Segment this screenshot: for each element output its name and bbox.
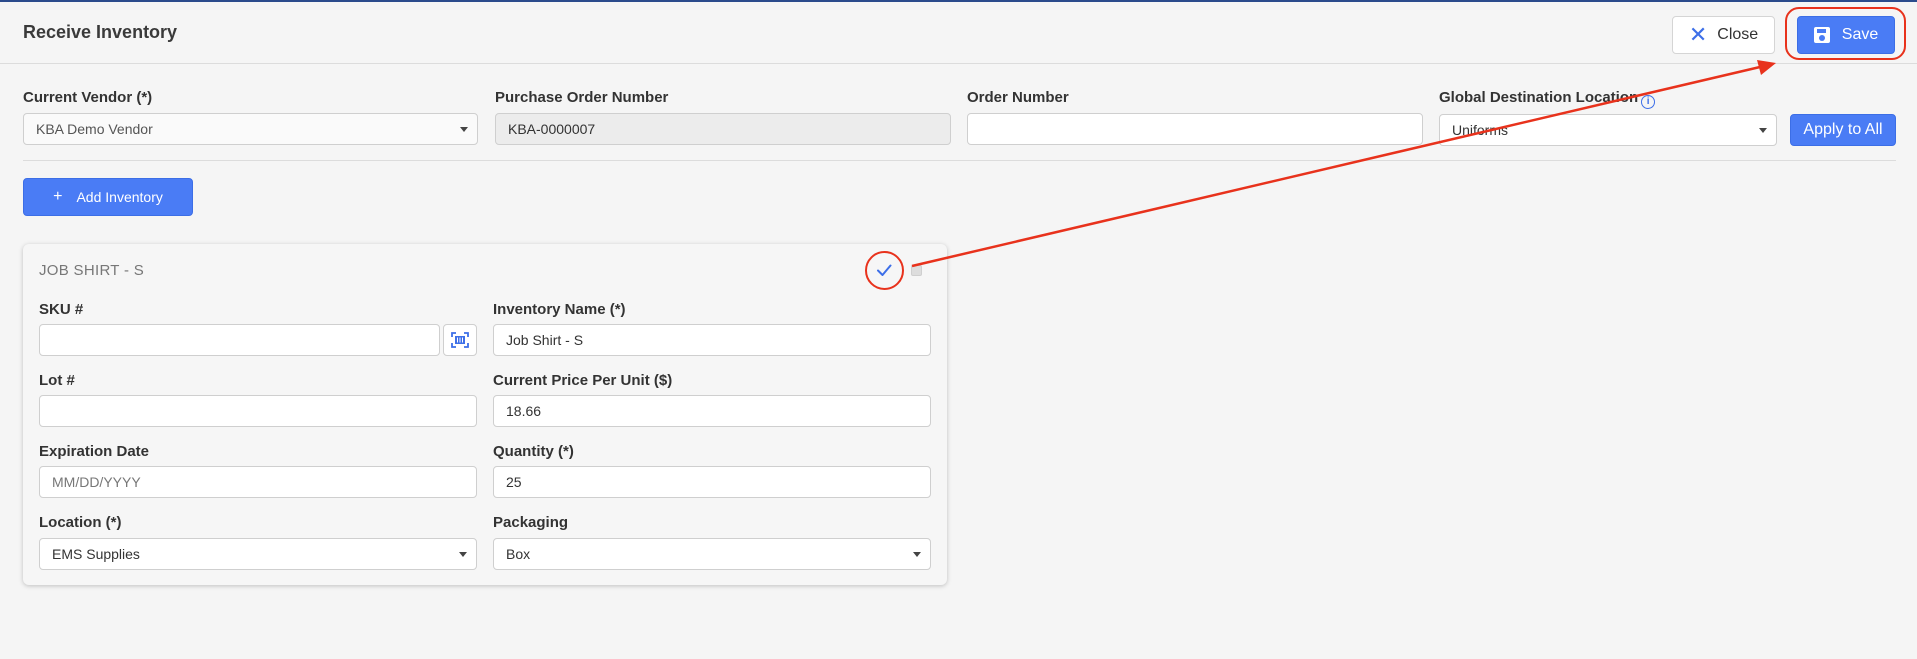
inventory-name-input[interactable]: Job Shirt - S bbox=[493, 324, 931, 356]
inventory-name-label: Inventory Name (*) bbox=[493, 301, 626, 318]
global-location-select[interactable]: Uniforms bbox=[1439, 114, 1777, 146]
card-title: JOB SHIRT - S bbox=[39, 262, 145, 279]
global-location-label: Global Destination Location i bbox=[1439, 89, 1656, 109]
expiration-date-input[interactable]: MM/DD/YYYY bbox=[39, 466, 477, 498]
divider bbox=[23, 160, 1896, 161]
po-number-value: KBA-0000007 bbox=[508, 121, 596, 137]
inventory-name-value: Job Shirt - S bbox=[506, 332, 584, 348]
vendor-value: KBA Demo Vendor bbox=[36, 121, 153, 137]
location-value: EMS Supplies bbox=[52, 546, 140, 562]
packaging-value: Box bbox=[506, 546, 531, 562]
close-label: Close bbox=[1717, 26, 1759, 43]
sku-label: SKU # bbox=[39, 301, 84, 318]
close-icon: ✕ bbox=[1688, 22, 1708, 47]
order-number-label: Order Number bbox=[967, 89, 1069, 106]
plus-icon: + bbox=[53, 188, 63, 205]
annotation-ring-save bbox=[1785, 7, 1906, 60]
inventory-card: JOB SHIRT - S SKU # Lot # Expiration Dat… bbox=[23, 244, 947, 585]
add-inventory-button[interactable]: + Add Inventory bbox=[23, 178, 193, 216]
po-number-field: KBA-0000007 bbox=[495, 113, 951, 145]
vendor-select[interactable]: KBA Demo Vendor bbox=[23, 113, 478, 145]
add-inventory-label: Add Inventory bbox=[76, 189, 163, 205]
packaging-label: Packaging bbox=[493, 514, 569, 531]
page-header: Receive Inventory ✕ Close Save bbox=[0, 2, 1917, 64]
lot-label: Lot # bbox=[39, 372, 75, 389]
price-label: Current Price Per Unit ($) bbox=[493, 372, 673, 389]
location-select[interactable]: EMS Supplies bbox=[39, 538, 477, 570]
price-value: 18.66 bbox=[506, 403, 542, 419]
card-checkbox[interactable] bbox=[911, 265, 922, 276]
quantity-value: 25 bbox=[506, 474, 522, 490]
page-title: Receive Inventory bbox=[23, 22, 178, 42]
packaging-select[interactable]: Box bbox=[493, 538, 931, 570]
quantity-label: Quantity (*) bbox=[493, 443, 574, 460]
barcode-scan-icon bbox=[451, 332, 469, 348]
annotation-ring-check bbox=[865, 251, 904, 290]
vendor-label: Current Vendor (*) bbox=[23, 89, 153, 106]
expiration-placeholder: MM/DD/YYYY bbox=[52, 474, 141, 490]
barcode-scan-button[interactable] bbox=[443, 324, 477, 356]
price-input[interactable]: 18.66 bbox=[493, 395, 931, 427]
close-button[interactable]: ✕ Close bbox=[1672, 16, 1775, 54]
po-number-label: Purchase Order Number bbox=[495, 89, 669, 106]
global-location-value: Uniforms bbox=[1452, 122, 1509, 138]
quantity-input[interactable]: 25 bbox=[493, 466, 931, 498]
lot-input[interactable] bbox=[39, 395, 477, 427]
sku-input[interactable] bbox=[39, 324, 440, 356]
order-number-input[interactable] bbox=[967, 113, 1423, 145]
expiration-label: Expiration Date bbox=[39, 443, 150, 460]
location-label: Location (*) bbox=[39, 514, 122, 531]
info-icon[interactable]: i bbox=[1641, 94, 1656, 109]
apply-to-all-button[interactable]: Apply to All bbox=[1790, 114, 1896, 146]
global-location-label-text: Global Destination Location bbox=[1439, 89, 1639, 106]
